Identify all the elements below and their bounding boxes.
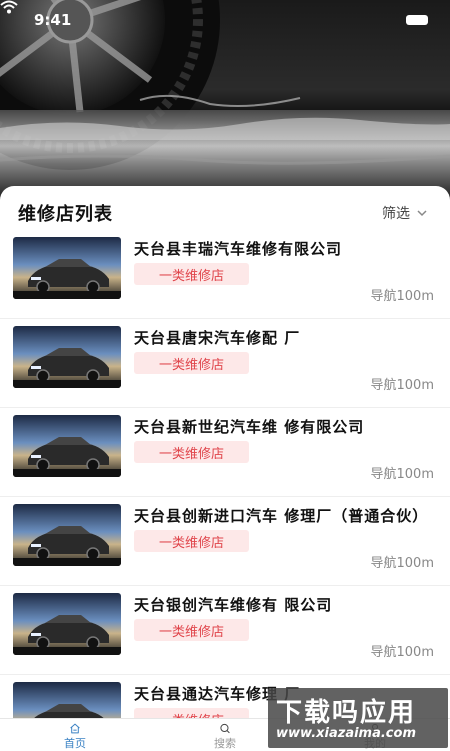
shop-category-badge: 一类维修店	[134, 530, 249, 552]
navigate-distance-link[interactable]: 导航100m	[371, 641, 434, 660]
nav-item-home[interactable]: 首页	[0, 719, 150, 751]
filter-label: 筛选	[382, 206, 410, 222]
list-title: 维修店列表	[18, 204, 113, 225]
filter-button[interactable]: 筛选	[382, 203, 428, 223]
chevron-down-icon	[417, 210, 427, 217]
shop-list: 天台县丰瑞汽车维修有限公司 一类维修店 导航100m 天台县唐宋汽车修配 厂 一…	[0, 230, 450, 750]
car-thumbnail	[13, 237, 121, 299]
watermark-logo: 下载吗应用 www.xiazaima.com	[268, 688, 448, 748]
nav-label-search: 搜索	[214, 737, 236, 750]
status-bar: 9:41	[0, 0, 450, 40]
shop-category-badge: 一类维修店	[134, 441, 249, 463]
shop-name: 天台银创汽车维修有 限公司	[134, 596, 333, 614]
watermark-main-text: 下载吗应用	[276, 698, 417, 728]
wifi-icon	[0, 0, 18, 14]
shop-list-item[interactable]: 天台县丰瑞汽车维修有限公司 一类维修店 导航100m	[0, 230, 450, 319]
car-thumbnail	[13, 326, 121, 388]
shop-list-item[interactable]: 天台县新世纪汽车维 修有限公司 一类维修店 导航100m	[0, 408, 450, 497]
shop-category-badge: 一类维修店	[134, 263, 249, 285]
nav-label-home: 首页	[64, 737, 86, 750]
navigate-distance-link[interactable]: 导航100m	[371, 285, 434, 304]
navigate-distance-link[interactable]: 导航100m	[371, 463, 434, 482]
shop-list-item[interactable]: 天台银创汽车维修有 限公司 一类维修店 导航100m	[0, 586, 450, 675]
car-thumbnail	[13, 593, 121, 655]
status-time: 9:41	[34, 11, 72, 29]
shop-name: 天台县创新进口汽车 修理厂（普通合伙）	[134, 507, 429, 525]
navigate-distance-link[interactable]: 导航100m	[371, 374, 434, 393]
shop-category-badge: 一类维修店	[134, 352, 249, 374]
shop-name: 天台县新世纪汽车维 修有限公司	[134, 418, 365, 436]
search-icon	[220, 723, 230, 734]
shop-name: 天台县丰瑞汽车维修有限公司	[134, 240, 343, 258]
shop-list-card: 维修店列表 筛选 天台县丰瑞汽车维修有限公司 一类维修店 导航100m 天台县唐…	[0, 186, 450, 750]
shop-name: 天台县唐宋汽车修配 厂	[134, 329, 301, 347]
status-icons	[0, 0, 428, 25]
shop-category-badge: 一类维修店	[134, 619, 249, 641]
shop-list-item[interactable]: 天台县唐宋汽车修配 厂 一类维修店 导航100m	[0, 319, 450, 408]
hero-banner: 9:41	[0, 0, 450, 200]
watermark-url: www.xiazaima.com	[276, 726, 416, 741]
shop-list-item[interactable]: 天台县创新进口汽车 修理厂（普通合伙） 一类维修店 导航100m	[0, 497, 450, 586]
car-thumbnail	[13, 415, 121, 477]
home-icon	[70, 723, 80, 734]
car-thumbnail	[13, 504, 121, 566]
navigate-distance-link[interactable]: 导航100m	[371, 552, 434, 571]
battery-icon	[406, 15, 428, 25]
